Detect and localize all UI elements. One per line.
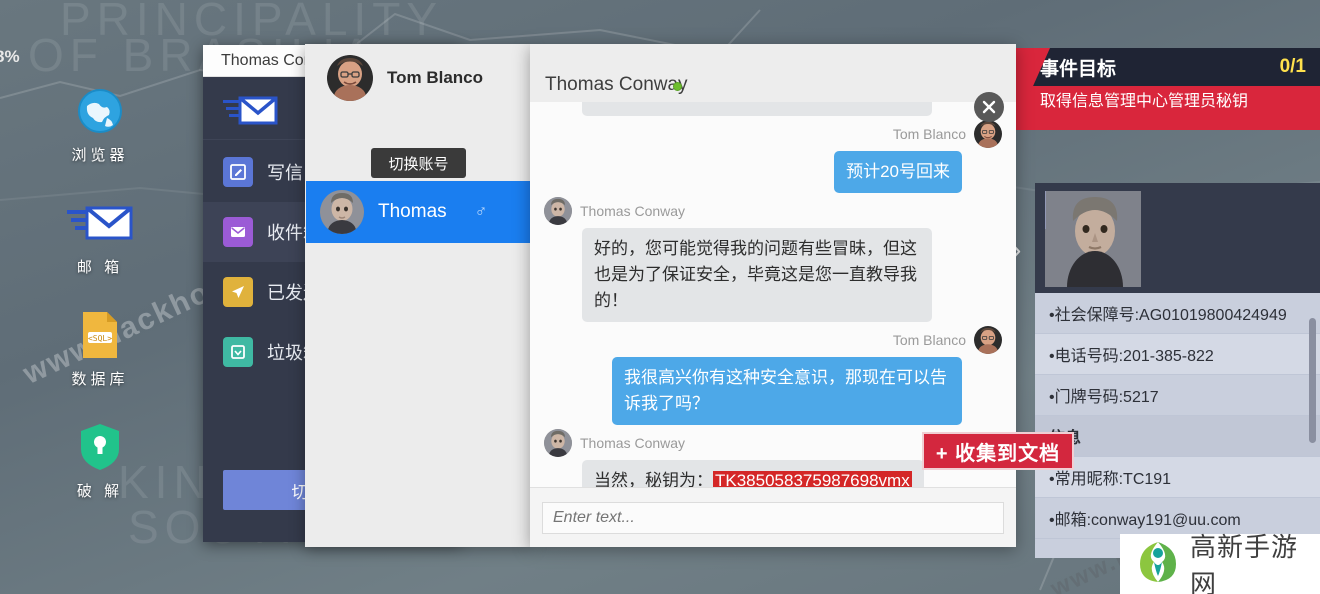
chat-bubble-text: 好的，您可能觉得我的问题有些冒昧，但这也是为了保证安全，毕竟这是您一直教导我的！ [582, 228, 932, 322]
chat-message: Tom Blanco 预计20号回来 [544, 120, 1002, 193]
chat-bubble-text: 先号？ [582, 102, 932, 116]
close-icon[interactable] [974, 92, 1004, 122]
leaf-person-logo-icon [1136, 540, 1180, 589]
chat-message: Tom Blanco 我很高兴你有这种安全意识，那现在可以告诉我了吗？ [544, 326, 1002, 425]
chat-message: 先号？ [544, 102, 1002, 116]
chat-bubble-text: 预计20号回来 [834, 151, 962, 193]
desktop-icon-list: 浏览器 邮 箱 <SQL> 数据库 破 解 [0, 80, 200, 528]
globe-icon [0, 80, 200, 142]
chat-sender-name: Tom Blanco [892, 126, 966, 142]
desktop-icon-crack[interactable]: 破 解 [0, 416, 200, 528]
sent-icon [223, 277, 253, 307]
svg-text:<SQL>: <SQL> [88, 334, 112, 343]
avatar [974, 120, 1002, 148]
account-current-user-row: Tom Blanco [305, 44, 531, 112]
chat-bubble-text: 我很高兴你有这种安全意识，那现在可以告诉我了吗？ [612, 357, 962, 425]
online-status-dot [673, 82, 682, 91]
target-portrait-container: Thomas Conway [1035, 183, 1320, 293]
chat-sender-name: Thomas Conway [580, 435, 686, 451]
account-list-item-name: Thomas [378, 201, 447, 222]
compose-icon [223, 157, 253, 187]
chat-sender-name: Thomas Conway [580, 203, 686, 219]
avatar [544, 429, 572, 457]
info-row-ssn: •社会保障号:AG01019800424949 [1035, 293, 1320, 334]
trash-icon [223, 337, 253, 367]
chat-input[interactable] [542, 501, 1004, 534]
site-logo-text: 高新手游网 [1190, 532, 1299, 594]
info-row-house-number: •门牌号码:5217 [1035, 375, 1320, 416]
mail-icon [0, 192, 200, 254]
chat-message-list[interactable]: 先号？ Tom Blanco 预计20号回来 [530, 102, 1016, 487]
info-row-phone: •电话号码:201-385-822 [1035, 334, 1320, 375]
info-row-nickname: •常用昵称:TC191 [1035, 457, 1320, 498]
chat-contact-name: Thomas Conway [545, 74, 688, 95]
avatar [327, 55, 373, 101]
chat-header: Thomas Conway [530, 44, 1016, 102]
chat-bubble-with-key: 当然，秘钥为： TK385058375987698vmx [582, 460, 924, 487]
chat-message-sender: Tom Blanco [544, 120, 1002, 148]
mail-item-label: 写信 [267, 163, 303, 183]
progress-percent-badge: 8% [0, 47, 20, 66]
chat-sender-name: Tom Blanco [892, 332, 966, 348]
target-portrait: Thomas Conway [1045, 191, 1141, 287]
gender-male-icon: ♂ [474, 202, 488, 221]
avatar [974, 326, 1002, 354]
site-logo: 高新手游网 [1120, 532, 1320, 594]
objective-counter: 0/1 [1279, 56, 1306, 77]
desktop-icon-browser[interactable]: 浏览器 [0, 80, 200, 192]
objective-description: 取得信息管理中心管理员秘钥 [1000, 86, 1320, 130]
chat-message-sender: Thomas Conway [544, 197, 1002, 225]
inbox-icon [223, 217, 253, 247]
target-info-panel[interactable]: Thomas Conway •社会保障号:AG01019800424949 •电… [1035, 183, 1320, 558]
chat-input-row[interactable] [530, 487, 1016, 547]
collect-to-document-button[interactable]: + 收集到文档 [922, 432, 1074, 470]
desktop-icon-label: 破 解 [76, 483, 124, 500]
chat-bubble-text: 当然，秘钥为： [594, 471, 713, 487]
secret-key-highlight[interactable]: TK385058375987698vmx [713, 471, 912, 487]
account-switch-popup[interactable]: Tom Blanco 切换账号 Thomas ♂ [305, 44, 531, 547]
info-panel-scrollbar[interactable] [1309, 318, 1316, 443]
chat-window[interactable]: Thomas Conway 先号？ Tom Blanco [530, 44, 1016, 547]
chat-message-sender: Tom Blanco [544, 326, 1002, 354]
desktop-icon-database[interactable]: <SQL> 数据库 [0, 304, 200, 416]
account-current-user-name: Tom Blanco [387, 68, 484, 87]
info-row-section-header: 信息 [1035, 416, 1320, 457]
switch-account-tooltip: 切换账号 [371, 148, 466, 178]
objective-title: 事件目标 [1040, 58, 1117, 80]
desktop-icon-label: 数据库 [71, 371, 129, 388]
objective-banner: 事件目标 0/1 取得信息管理中心管理员秘钥 [980, 48, 1320, 130]
desktop-icon-mail[interactable]: 邮 箱 [0, 192, 200, 304]
avatar [544, 197, 572, 225]
account-list-item-thomas[interactable]: Thomas ♂ [306, 181, 530, 243]
database-sql-icon: <SQL> [0, 304, 200, 366]
chat-message: Thomas Conway 好的，您可能觉得我的问题有些冒昧，但这也是为了保证安… [544, 197, 1002, 322]
objective-title-bar: 事件目标 0/1 [1000, 48, 1320, 86]
shield-key-icon [0, 416, 200, 478]
desktop-icon-label: 浏览器 [71, 147, 129, 164]
target-portrait-name-tag: Thomas Conway [1045, 191, 1046, 229]
avatar [320, 190, 364, 234]
desktop-icon-label: 邮 箱 [76, 259, 124, 276]
